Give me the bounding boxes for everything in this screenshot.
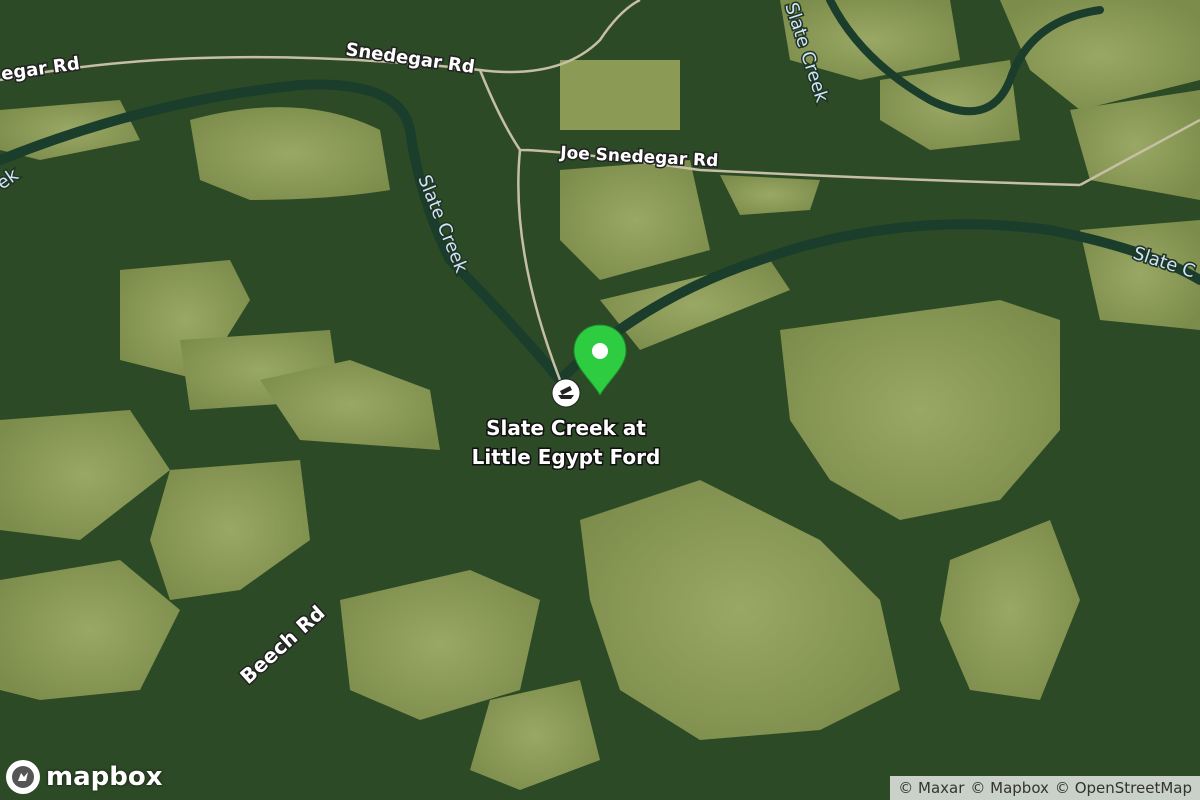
logo-text: mapbox bbox=[46, 762, 163, 792]
attribution: © Maxar © Mapbox © OpenStreetMap bbox=[890, 776, 1200, 800]
attribution-mapbox[interactable]: © Mapbox bbox=[970, 779, 1049, 797]
mapbox-logo-icon bbox=[6, 760, 40, 794]
poi-label-line1[interactable]: Slate Creek at bbox=[485, 415, 648, 442]
attribution-osm[interactable]: © OpenStreetMap bbox=[1055, 779, 1192, 797]
mapbox-logo[interactable]: mapbox bbox=[6, 760, 163, 794]
attribution-maxar[interactable]: © Maxar bbox=[898, 779, 964, 797]
poi-label-line2[interactable]: Little Egypt Ford bbox=[470, 444, 662, 471]
satellite-map[interactable]: egar Rd Snedegar Rd Joe Snedegar Rd Beec… bbox=[0, 0, 1200, 800]
boat-launch-icon[interactable] bbox=[551, 378, 581, 408]
